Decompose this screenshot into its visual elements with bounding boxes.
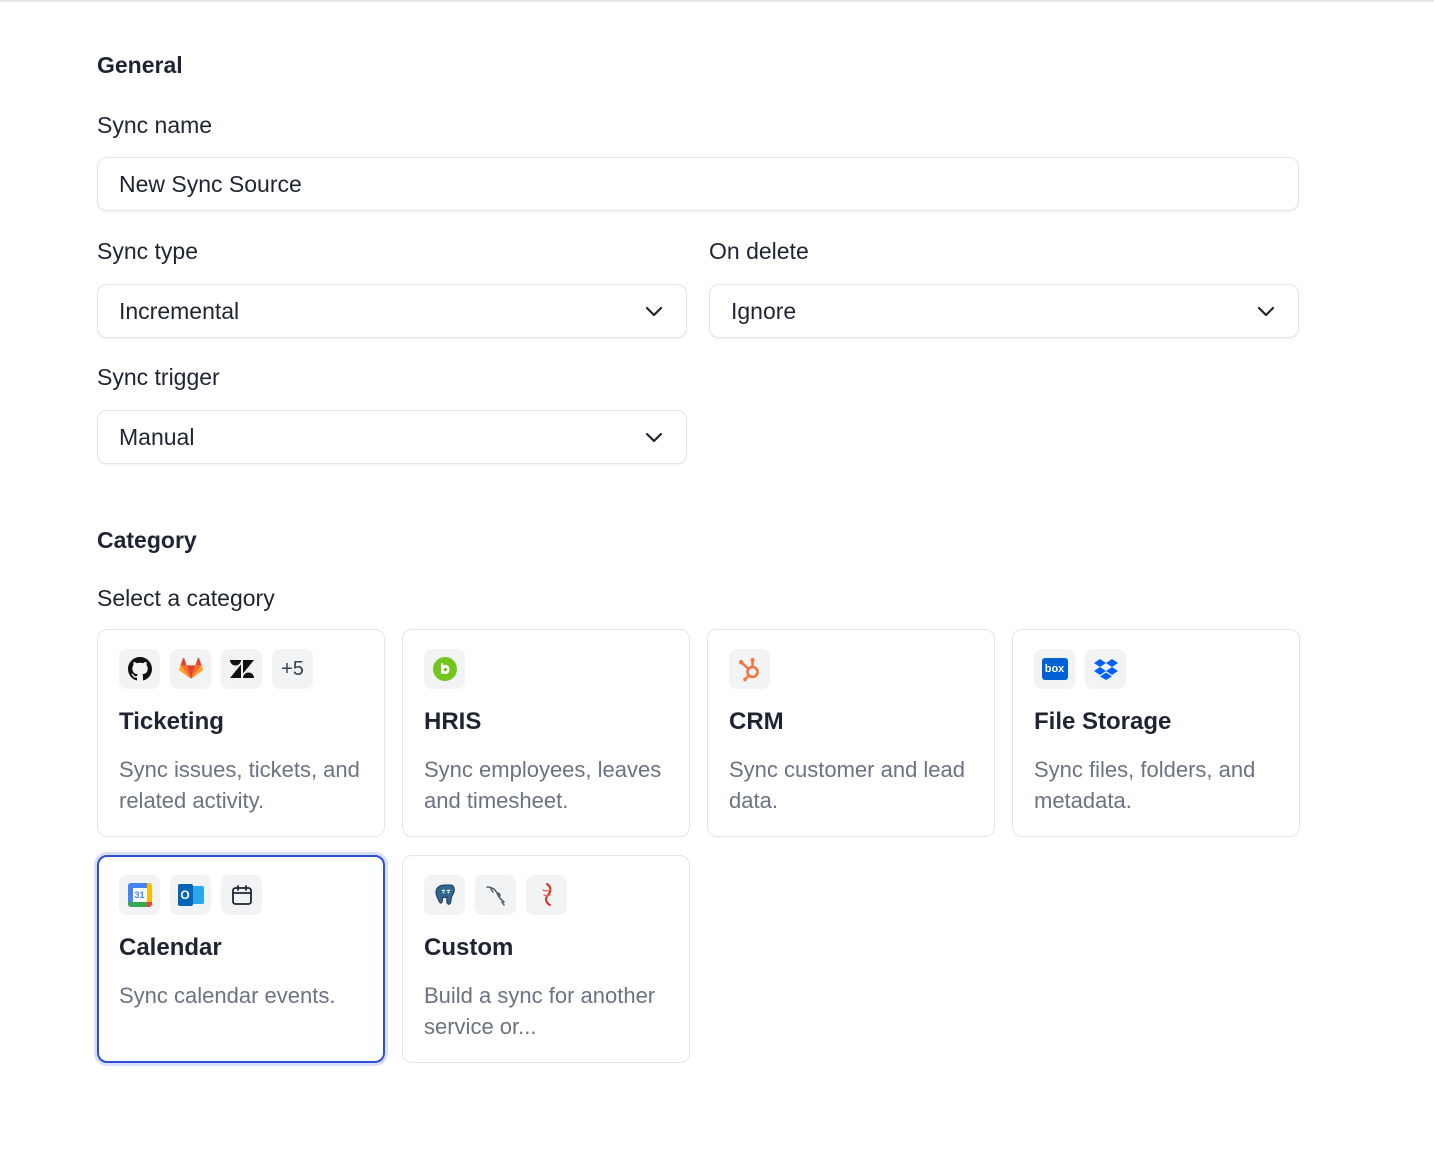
chevron-down-icon [643,300,665,322]
bamboohr-icon [424,649,465,689]
on-delete-select[interactable]: Ignore [709,284,1299,338]
calendar-icon [221,875,262,915]
chevron-down-icon [1255,300,1277,322]
sync-trigger-label: Sync trigger [97,364,220,390]
more-integrations-badge: +5 [272,649,313,689]
card-title: Ticketing [119,708,224,735]
gitlab-icon [170,649,211,689]
card-title: Custom [424,934,514,961]
redis-icon [526,875,567,915]
gcal-date-text: 31 [132,888,147,902]
sync-trigger-select[interactable]: Manual [97,410,687,464]
card-description: Sync files, folders, and metadata. [1034,757,1256,813]
sync-name-label: Sync name [97,112,213,138]
card-title: File Storage [1034,708,1172,735]
category-card-crm[interactable]: CRM Sync customer and lead data. [707,629,995,837]
category-card-calendar[interactable]: 31 O Calendar Sync calendar events. [97,855,385,1063]
category-subtitle: Select a category [97,585,275,611]
sync-name-value: New Sync Source [119,170,302,197]
card-description: Sync issues, tickets, and related activi… [119,757,360,813]
mysql-icon [475,875,516,915]
sync-type-value: Incremental [119,297,240,324]
box-logo-text: box [1041,658,1068,680]
card-description: Sync customer and lead data. [729,757,966,813]
category-card-hris[interactable]: HRIS Sync employees, leaves and timeshee… [402,629,690,837]
hubspot-icon [729,649,770,689]
general-section-title: General [97,52,183,78]
outlook-letter: O [177,884,193,906]
sync-type-select[interactable]: Incremental [97,284,687,338]
category-section-title: Category [97,527,197,553]
card-title: Calendar [119,934,222,961]
category-card-ticketing[interactable]: +5 Ticketing Sync issues, tickets, and r… [97,629,385,837]
card-title: CRM [729,708,784,735]
postgresql-icon [424,875,465,915]
category-card-custom[interactable]: Custom Build a sync for another service … [402,855,690,1063]
sync-name-input[interactable]: New Sync Source [97,157,1299,211]
github-icon [119,649,160,689]
google-calendar-icon: 31 [119,875,160,915]
sync-type-label: Sync type [97,238,198,264]
zendesk-icon [221,649,262,689]
on-delete-label: On delete [709,238,809,264]
box-icon: box [1034,649,1075,689]
chevron-down-icon [643,426,665,448]
outlook-icon: O [170,875,211,915]
card-description: Sync calendar events. [119,983,336,1008]
sync-trigger-value: Manual [119,423,195,450]
category-card-file-storage[interactable]: box File Storage Sync files, folders, an… [1012,629,1300,837]
card-description: Sync employees, leaves and timesheet. [424,757,662,813]
dropbox-icon [1085,649,1126,689]
top-divider [0,0,1434,2]
card-title: HRIS [424,708,482,735]
on-delete-value: Ignore [731,297,797,324]
card-description: Build a sync for another service or... [424,983,656,1039]
